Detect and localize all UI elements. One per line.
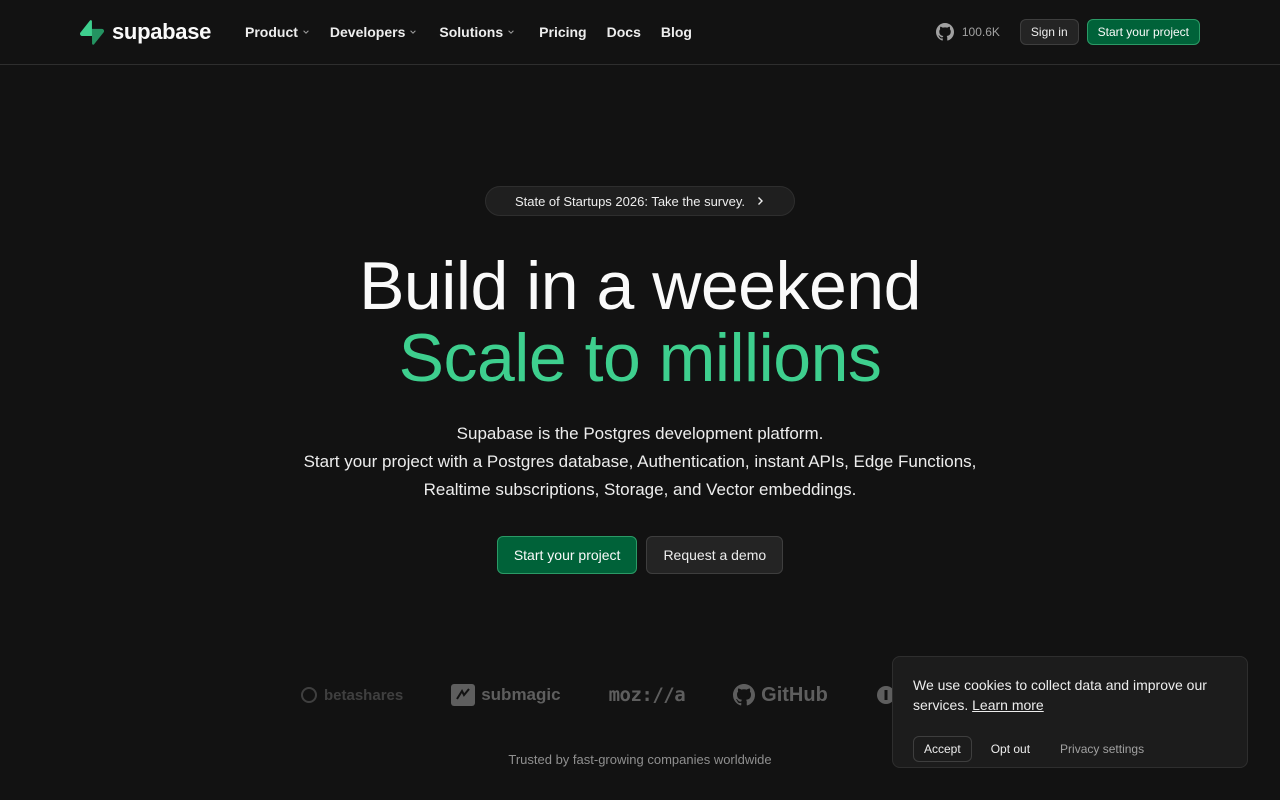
nav-docs[interactable]: Docs: [607, 24, 641, 40]
github-icon: [935, 23, 954, 41]
nav-actions: 100.6K Sign in Start your project: [935, 19, 1200, 45]
sign-in-button[interactable]: Sign in: [1019, 19, 1079, 45]
betashares-logo: betashares: [300, 686, 403, 704]
start-project-nav-button[interactable]: Start your project: [1086, 19, 1200, 45]
nav-pricing-label: Pricing: [539, 24, 587, 40]
nav-solutions[interactable]: Solutions: [439, 24, 515, 40]
supabase-bolt-icon: [80, 19, 104, 45]
main-nav: Product Developers Solutions Pricing Doc…: [245, 22, 712, 42]
hero-cta-group: Start your project Request a demo: [0, 536, 1280, 574]
mozilla-logo: moz://a: [609, 684, 686, 706]
start-project-button[interactable]: Start your project: [496, 536, 638, 574]
hero-subtitle: Supabase is the Postgres development pla…: [300, 420, 980, 504]
nav-docs-label: Docs: [606, 24, 641, 40]
nav-product[interactable]: Product: [245, 24, 310, 40]
nav-solutions-label: Solutions: [439, 24, 504, 40]
github-wordmark: GitHub: [761, 683, 828, 706]
github-icon: [733, 684, 756, 706]
github-stars-link[interactable]: 100.6K: [935, 23, 1000, 41]
chevron-right-icon: [758, 197, 764, 205]
nav-product-label: Product: [245, 24, 298, 40]
announcement-pill[interactable]: State of Startups 2026: Take the survey.: [485, 186, 795, 216]
accept-cookies-button[interactable]: Accept: [913, 736, 972, 762]
privacy-settings-button[interactable]: Privacy settings: [1050, 736, 1154, 762]
request-demo-button[interactable]: Request a demo: [646, 536, 784, 574]
chevron-down-icon: [410, 30, 417, 34]
announcement-text: State of Startups 2026: Take the survey.: [514, 193, 746, 209]
github-customer-logo: GitHub: [733, 684, 828, 707]
submagic-mark-icon: [451, 684, 476, 706]
submagic-logo: submagic: [451, 684, 561, 706]
cookie-message-text: We use cookies to collect data and impro…: [913, 677, 1207, 713]
nav-blog-label: Blog: [660, 24, 692, 40]
nav-developers-label: Developers: [329, 24, 406, 40]
hero-subtitle-line2: Start your project with a Postgres datab…: [303, 452, 977, 499]
cookie-actions: Accept Opt out Privacy settings: [913, 736, 1227, 762]
betashares-wordmark: betashares: [324, 686, 404, 704]
betashares-mark-icon: [301, 687, 317, 703]
opt-out-button[interactable]: Opt out: [981, 736, 1040, 762]
hero-title-line1: Build in a weekend: [359, 248, 921, 324]
cookie-banner: We use cookies to collect data and impro…: [892, 656, 1248, 768]
top-nav: supabase Product Developers Solutions Pr…: [0, 0, 1280, 65]
nav-blog[interactable]: Blog: [661, 24, 692, 40]
chevron-down-icon: [508, 30, 514, 34]
submagic-wordmark: submagic: [481, 685, 561, 704]
learn-more-link[interactable]: Learn more: [972, 697, 1044, 713]
nav-developers[interactable]: Developers: [330, 24, 417, 40]
github-stars-count: 100.6K: [961, 25, 1000, 39]
nav-pricing[interactable]: Pricing: [539, 24, 586, 40]
cookie-message: We use cookies to collect data and impro…: [913, 675, 1227, 715]
hero-subtitle-line1: Supabase is the Postgres development pla…: [456, 424, 824, 443]
customer-logos: betashares submagic moz://a GitHub: [300, 680, 944, 710]
brand-name: supabase: [112, 19, 212, 44]
supabase-logo[interactable]: supabase: [80, 19, 211, 45]
hero-title-line2: Scale to millions: [398, 320, 882, 396]
mozilla-wordmark: moz://a: [608, 684, 686, 706]
chevron-down-icon: [303, 30, 309, 34]
